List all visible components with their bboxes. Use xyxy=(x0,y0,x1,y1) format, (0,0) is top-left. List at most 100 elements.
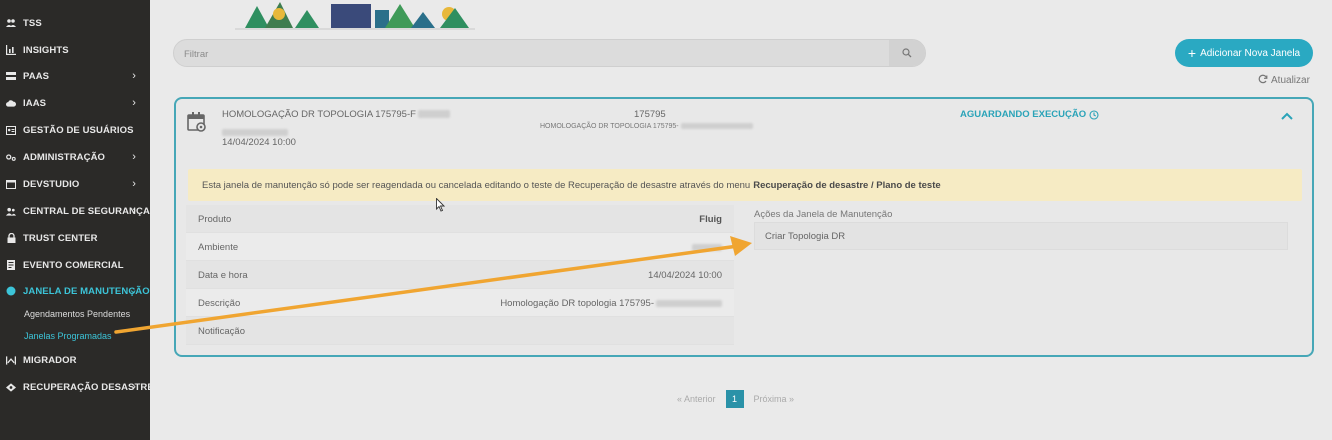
sidebar-item-insights[interactable]: INSIGHTS xyxy=(0,40,150,60)
sidebar-subitem-agendamentos-pendentes[interactable]: Agendamentos Pendentes xyxy=(24,309,130,319)
calendar-gear-icon xyxy=(187,112,206,132)
header-illustration xyxy=(235,2,475,30)
sidebar-item-migrador[interactable]: MIGRADOR xyxy=(0,350,150,370)
circle-icon xyxy=(6,286,16,296)
detail-label: Ambiente xyxy=(198,242,239,253)
table-row: Produto Fluig xyxy=(186,205,734,233)
detail-value: 14/04/2024 10:00 xyxy=(648,270,722,281)
chevron-down-icon: ⌄ xyxy=(128,284,138,296)
sidebar-item-label: IAAS xyxy=(23,97,47,109)
detail-value xyxy=(692,242,722,253)
actions-title: Ações da Janela de Manutenção xyxy=(754,209,893,220)
detail-label: Notificação xyxy=(198,326,245,337)
refresh-button[interactable]: Atualizar xyxy=(1258,74,1310,87)
detail-label: Data e hora xyxy=(198,270,248,281)
sidebar-item-label: TSS xyxy=(23,17,42,29)
window-title-text: HOMOLOGAÇÃO DR TOPOLOGIA 175795-F xyxy=(222,109,416,120)
migrate-icon xyxy=(6,355,16,365)
details-table: Produto Fluig Ambiente Data e hora 14/04… xyxy=(186,205,734,345)
chevron-up-icon[interactable] xyxy=(1280,111,1294,121)
sidebar-item-label: MIGRADOR xyxy=(23,354,77,366)
sidebar-item-paas[interactable]: PAAS › xyxy=(0,66,150,86)
refresh-icon xyxy=(1258,74,1268,87)
detail-value: Fluig xyxy=(699,214,722,225)
cloud-icon xyxy=(6,98,16,108)
window-id: 175795 xyxy=(634,109,666,120)
bar-chart-icon xyxy=(6,45,16,55)
chevron-right-icon: › xyxy=(132,205,136,217)
status-text: AGUARDANDO EXECUÇÃO xyxy=(960,109,1087,120)
action-create-topology-dr[interactable]: Criar Topologia DR xyxy=(754,222,1288,250)
chevron-right-icon: › xyxy=(132,151,136,163)
window-date: 14/04/2024 10:00 xyxy=(222,137,296,148)
sidebar-item-janela-manutencao[interactable]: JANELA DE MANUTENÇÃO ⌄ xyxy=(0,281,150,301)
redacted-text xyxy=(692,243,722,251)
chevron-right-icon: › xyxy=(132,381,136,393)
sidebar-item-label: INSIGHTS xyxy=(23,44,69,56)
search-button[interactable] xyxy=(889,40,925,66)
sidebar-subitem-janelas-programadas[interactable]: Janelas Programadas xyxy=(24,331,112,341)
detail-label: Descrição xyxy=(198,298,241,309)
sidebar-item-trust-center[interactable]: TRUST CENTER xyxy=(0,228,150,248)
detail-value: Homologação DR topologia 175795- xyxy=(500,298,722,309)
clock-icon xyxy=(1089,109,1099,120)
refresh-label: Atualizar xyxy=(1271,75,1310,86)
maintenance-window-card: HOMOLOGAÇÃO DR TOPOLOGIA 175795-F 14/04/… xyxy=(174,97,1314,357)
detail-value-text: Homologação DR topologia 175795- xyxy=(500,298,654,309)
add-window-button[interactable]: + Adicionar Nova Janela xyxy=(1175,39,1313,67)
document-icon xyxy=(6,260,16,270)
window-id-subtitle: HOMOLOGAÇÃO DR TOPOLOGIA 175795- xyxy=(540,123,753,130)
sidebar-item-evento-comercial[interactable]: EVENTO COMERCIAL xyxy=(0,255,150,275)
filter-input[interactable] xyxy=(184,46,884,62)
plus-icon: + xyxy=(1187,45,1197,61)
code-window-icon xyxy=(6,179,16,189)
pagination-next[interactable]: Próxima » xyxy=(754,394,795,404)
table-row: Descrição Homologação DR topologia 17579… xyxy=(186,289,734,317)
sidebar-item-administracao[interactable]: ADMINISTRAÇÃO › xyxy=(0,147,150,167)
window-id-subtitle-text: HOMOLOGAÇÃO DR TOPOLOGIA 175795- xyxy=(540,123,679,130)
sidebar-item-label: PAAS xyxy=(23,70,50,82)
recovery-icon xyxy=(6,382,16,392)
table-row: Ambiente xyxy=(186,233,734,261)
window-title: HOMOLOGAÇÃO DR TOPOLOGIA 175795-F xyxy=(222,109,450,120)
sidebar-item-devstudio[interactable]: DEVSTUDIO › xyxy=(0,174,150,194)
main-content: + Adicionar Nova Janela Atualizar HOMOLO… xyxy=(150,0,1332,440)
sidebar-item-label: TRUST CENTER xyxy=(23,232,98,244)
sidebar: TSS INSIGHTS PAAS › IAAS › GESTÃO DE USU… xyxy=(0,0,154,440)
sidebar-item-central-seguranca[interactable]: CENTRAL DE SEGURANÇA › xyxy=(0,201,150,221)
chevron-right-icon: › xyxy=(132,70,136,82)
id-card-icon xyxy=(6,125,16,135)
sidebar-item-iaas[interactable]: IAAS › xyxy=(0,93,150,113)
sidebar-item-gestao-usuarios[interactable]: GESTÃO DE USUÁRIOS xyxy=(0,120,150,140)
pagination: « Anterior 1 Próxima » xyxy=(677,390,794,408)
redacted-text xyxy=(680,123,753,130)
users-icon xyxy=(6,206,16,216)
server-icon xyxy=(6,71,16,81)
sidebar-item-tss[interactable]: TSS xyxy=(0,13,150,33)
sidebar-item-label: EVENTO COMERCIAL xyxy=(23,259,124,271)
pagination-page-1[interactable]: 1 xyxy=(725,390,744,408)
redacted-text xyxy=(222,129,288,137)
gears-icon xyxy=(6,152,16,162)
chevron-right-icon: › xyxy=(132,178,136,190)
sidebar-item-label: GESTÃO DE USUÁRIOS xyxy=(23,124,134,136)
search-icon xyxy=(902,48,912,58)
sidebar-item-label: DEVSTUDIO xyxy=(23,178,80,190)
table-row: Data e hora 14/04/2024 10:00 xyxy=(186,261,734,289)
sidebar-item-label: ADMINISTRAÇÃO xyxy=(23,151,106,163)
lock-icon xyxy=(6,233,16,243)
detail-label: Produto xyxy=(198,214,232,225)
mouse-cursor-icon xyxy=(436,198,445,212)
chevron-right-icon: › xyxy=(132,97,136,109)
pagination-prev[interactable]: « Anterior xyxy=(677,394,716,404)
people-group-icon xyxy=(6,18,16,28)
redacted-text xyxy=(656,299,722,307)
table-row: Notificação xyxy=(186,317,734,345)
add-window-label: Adicionar Nova Janela xyxy=(1200,47,1301,59)
status-badge: AGUARDANDO EXECUÇÃO xyxy=(960,109,1099,120)
sidebar-item-recuperacao-desastre[interactable]: RECUPERAÇÃO DESASTRE › xyxy=(0,377,154,397)
warning-banner: Esta janela de manutenção só pode ser re… xyxy=(188,169,1302,201)
warning-menu-path: Recuperação de desastre / Plano de teste xyxy=(753,179,941,191)
redacted-text xyxy=(417,110,450,119)
filter-field xyxy=(173,39,926,67)
